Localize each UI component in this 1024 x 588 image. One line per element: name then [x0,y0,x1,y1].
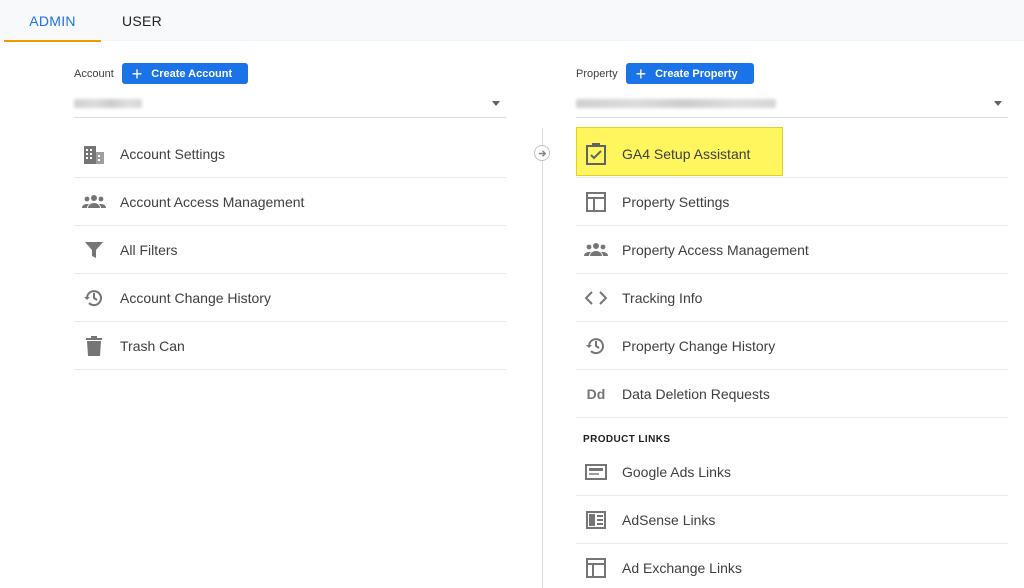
account-access-management-item[interactable]: Account Access Management [74,178,506,226]
property-label: Property [576,67,618,80]
history-icon [82,286,106,310]
adsense-icon [584,508,608,532]
people-icon [82,190,106,214]
chevron-down-icon [994,101,1002,106]
create-account-button[interactable]: + Create Account [121,63,249,84]
trash-icon [82,334,106,358]
dd-icon: Dd [586,385,606,402]
create-account-label: Create Account [151,67,233,80]
data-deletion-requests-item[interactable]: Dd Data Deletion Requests [576,370,1008,418]
ga4-setup-assistant-label: GA4 Setup Assistant [622,145,751,162]
account-settings-label: Account Settings [120,145,226,162]
create-property-button[interactable]: + Create Property [625,63,754,84]
building-icon [82,142,106,166]
account-selector[interactable] [74,92,506,118]
property-header: Property + Create Property [576,63,754,84]
property-change-history-label: Property Change History [622,337,776,354]
property-settings-label: Property Settings [622,193,730,210]
all-filters-label: All Filters [120,241,178,258]
filter-icon [82,238,106,262]
ads-icon [584,460,608,484]
account-label: Account [74,67,114,80]
create-property-label: Create Property [655,67,738,80]
property-selected-value [576,99,776,108]
trash-can-item[interactable]: Trash Can [74,322,506,370]
chevron-down-icon [492,101,500,106]
data-deletion-requests-label: Data Deletion Requests [622,385,770,402]
tab-user[interactable]: USER [101,0,183,41]
property-menu: GA4 Setup Assistant Property Settings Pr… [576,127,1008,588]
account-change-history-item[interactable]: Account Change History [74,274,506,322]
property-access-management-item[interactable]: Property Access Management [576,226,1008,274]
code-icon [584,286,608,310]
product-links-heading: PRODUCT LINKS [583,434,671,445]
tracking-info-label: Tracking Info [622,289,703,306]
adsense-links-label: AdSense Links [622,511,716,528]
account-access-management-label: Account Access Management [120,193,305,210]
ad-exchange-links-item[interactable]: Ad Exchange Links [576,544,1008,588]
property-access-management-label: Property Access Management [622,241,809,258]
layout-icon [584,190,608,214]
column-divider [542,128,543,588]
tab-admin[interactable]: ADMIN [4,0,101,42]
ga4-setup-assistant-item[interactable]: GA4 Setup Assistant [576,127,1008,178]
all-filters-item[interactable]: All Filters [74,226,506,274]
account-settings-item[interactable]: Account Settings [74,130,506,178]
plus-icon: + [635,63,647,84]
adsense-links-item[interactable]: AdSense Links [576,496,1008,544]
adexchange-icon [584,556,608,580]
trash-can-label: Trash Can [120,337,185,354]
history-icon [584,334,608,358]
checkbox-clipboard-icon [584,142,608,166]
account-header: Account + Create Account [74,63,249,84]
account-selected-value [74,99,142,108]
ad-exchange-links-label: Ad Exchange Links [622,559,742,576]
account-change-history-label: Account Change History [120,289,271,306]
property-settings-item[interactable]: Property Settings [576,178,1008,226]
tracking-info-item[interactable]: Tracking Info [576,274,1008,322]
account-menu: Account Settings Account Access Manageme… [74,130,506,370]
property-selector[interactable] [576,92,1008,118]
tab-bar: ADMIN USER [0,0,1024,42]
people-icon [584,238,608,262]
google-ads-links-item[interactable]: Google Ads Links [576,448,1008,496]
arrow-right-icon [534,145,550,161]
google-ads-links-label: Google Ads Links [622,463,731,480]
plus-icon: + [131,63,143,84]
property-change-history-item[interactable]: Property Change History [576,322,1008,370]
